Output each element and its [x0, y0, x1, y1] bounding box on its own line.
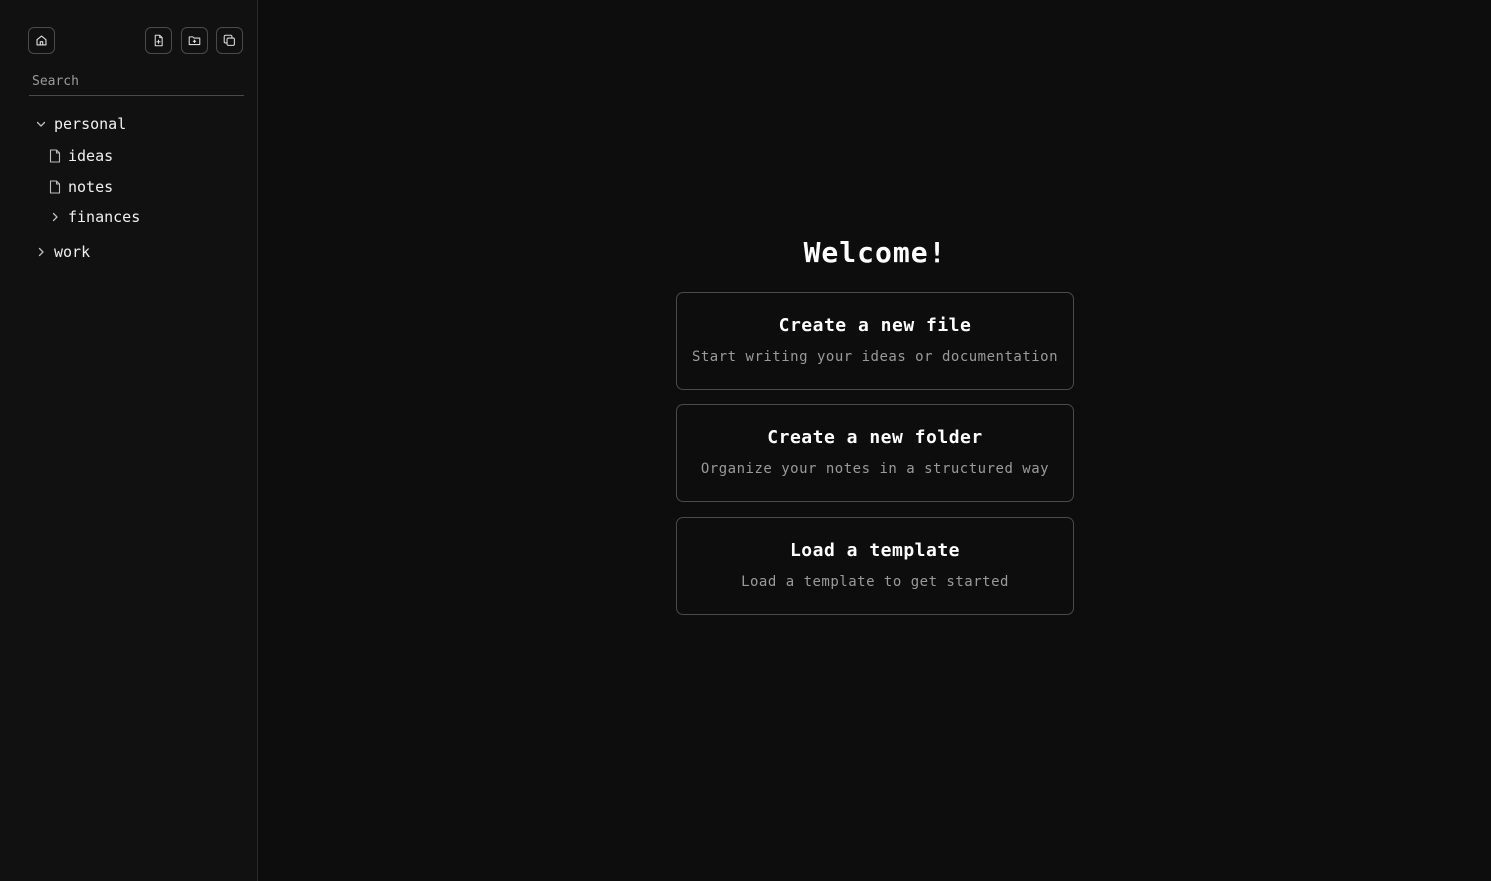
sidebar: personal ideas notes finances work	[0, 0, 258, 881]
tree-file-label: notes	[68, 178, 114, 196]
tree-folder-finances[interactable]: finances	[48, 205, 140, 229]
app-window: personal ideas notes finances work	[0, 0, 1491, 881]
file-icon	[48, 180, 62, 194]
welcome-heading: Welcome!	[803, 236, 947, 269]
tree-folder-label: personal	[54, 115, 127, 133]
tree-folder-work[interactable]: work	[34, 240, 90, 264]
create-file-card[interactable]: Create a new file Start writing your ide…	[676, 292, 1074, 390]
sidebar-toolbar	[28, 27, 243, 56]
card-description: Load a template to get started	[741, 574, 1009, 590]
new-file-button[interactable]	[145, 27, 172, 54]
search-input[interactable]	[29, 68, 244, 96]
tree-file-label: ideas	[68, 147, 114, 165]
home-icon	[36, 35, 47, 46]
new-folder-button[interactable]	[181, 27, 208, 54]
chevron-right-icon	[34, 245, 48, 259]
tree-file-notes[interactable]: notes	[48, 175, 113, 199]
card-title: Create a new file	[778, 315, 972, 336]
chevron-right-icon	[48, 210, 62, 224]
tree-folder-label: work	[54, 243, 91, 261]
tree-folder-personal[interactable]: personal	[34, 112, 126, 136]
create-folder-card[interactable]: Create a new folder Organize your notes …	[676, 404, 1074, 502]
home-button[interactable]	[28, 27, 55, 54]
new-folder-icon	[188, 36, 201, 46]
new-file-icon	[154, 34, 163, 47]
copy-button[interactable]	[216, 27, 243, 54]
card-description: Organize your notes in a structured way	[700, 461, 1050, 477]
main-panel: Welcome! Create a new file Start writing…	[259, 0, 1491, 881]
tree-file-ideas[interactable]: ideas	[48, 144, 113, 168]
load-template-card[interactable]: Load a template Load a template to get s…	[676, 517, 1074, 615]
copy-icon	[223, 34, 235, 46]
card-title: Create a new folder	[767, 427, 983, 448]
chevron-down-icon	[34, 117, 48, 131]
tree-folder-label: finances	[68, 208, 141, 226]
card-title: Load a template	[789, 540, 961, 561]
card-description: Start writing your ideas or documentatio…	[691, 349, 1059, 365]
file-icon	[48, 149, 62, 163]
